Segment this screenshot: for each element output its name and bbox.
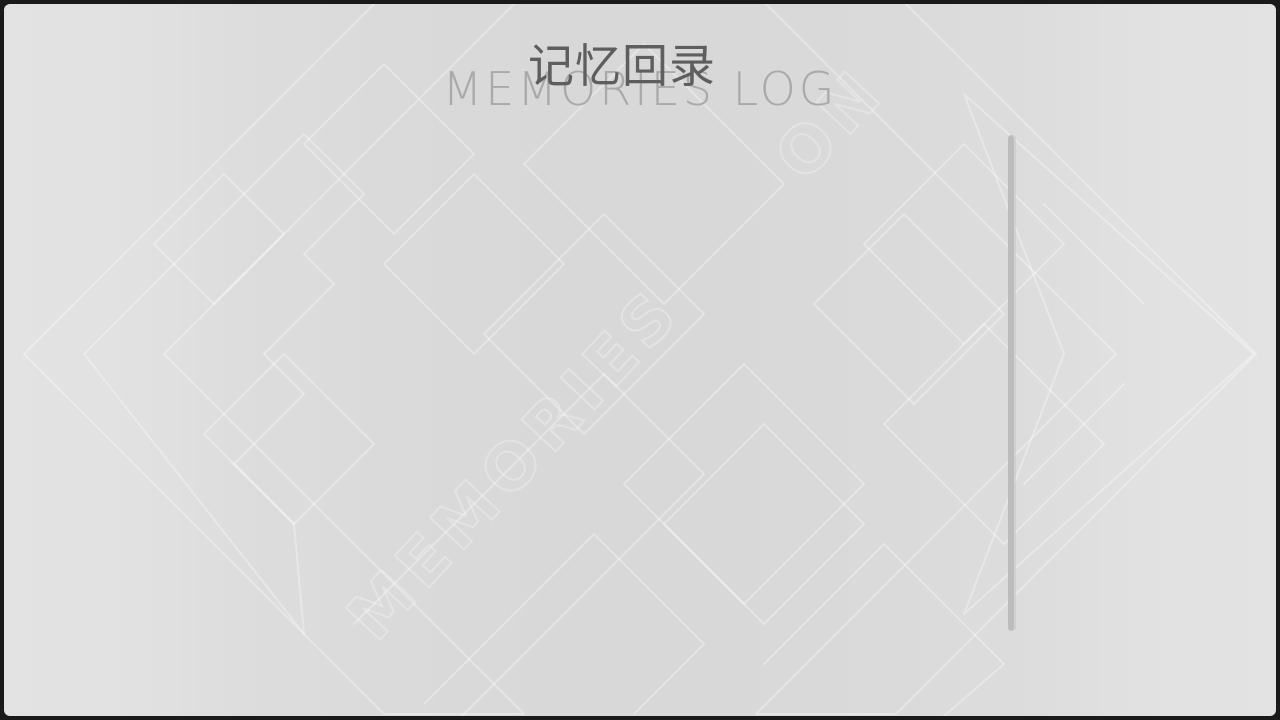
page-title: 记忆回录: [528, 39, 716, 93]
memories-log-screen: MEMORIES ON MEMORIES LOG 记忆回录: [4, 4, 1276, 716]
log-scrollbar[interactable]: [1008, 135, 1015, 631]
screen-header: MEMORIES LOG 记忆回录: [4, 34, 1276, 124]
memories-log-list[interactable]: [184, 134, 1004, 634]
